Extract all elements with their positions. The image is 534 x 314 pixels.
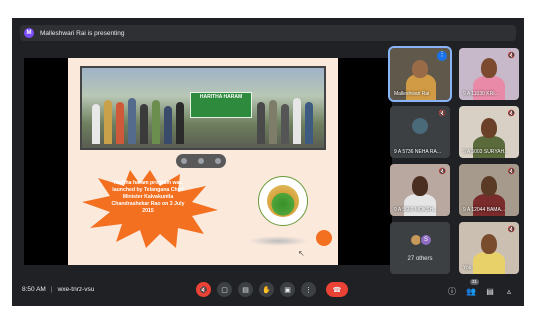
slide-controls[interactable] bbox=[176, 154, 226, 168]
presenter-notice: M Malleshwari Rai is presenting bbox=[20, 25, 516, 41]
self-tile[interactable]: 🔇 You bbox=[459, 222, 519, 274]
mic-off-icon: 🔇 bbox=[507, 169, 515, 175]
clock-time: 8:50 AM bbox=[22, 286, 46, 293]
leaf-icon bbox=[267, 185, 299, 217]
participant-tile[interactable]: 🔇 9 A 5003 SURYAH... bbox=[459, 106, 519, 158]
participant-name: 9 A 12044 BAMA... bbox=[463, 207, 505, 213]
participant-tile[interactable]: 🔇 9 A 5736 NEHA RA... bbox=[390, 106, 450, 158]
mouse-pointer-icon: ↖ bbox=[298, 249, 305, 258]
people-count-badge: 31 bbox=[469, 279, 479, 285]
present-icon: ▣ bbox=[284, 286, 291, 294]
end-call-icon: ☎ bbox=[332, 286, 342, 294]
meeting-code: wxe-tnrz-vsu bbox=[57, 286, 95, 293]
raise-hand-button[interactable]: ✋ bbox=[259, 282, 274, 297]
slide-photo: HARITHA HARAM bbox=[80, 66, 326, 150]
pin-icon[interactable] bbox=[197, 158, 204, 164]
mic-off-icon: 🔇 bbox=[438, 111, 446, 117]
camera-icon: ▢ bbox=[221, 286, 228, 294]
participant-tile[interactable]: 🔇 9 A 11030 KRI... bbox=[459, 48, 519, 100]
end-call-button[interactable]: ☎ bbox=[326, 282, 348, 297]
camera-toggle-button[interactable]: ▢ bbox=[217, 282, 232, 297]
captions-icon: ▤ bbox=[242, 286, 249, 294]
control-bar: 8:50 AM | wxe-tnrz-vsu 🔇 ▢ ▤ ✋ ▣ ⋮ ☎ ⓘ 👥… bbox=[12, 279, 524, 302]
participant-name: 9 A 5736 NEHA RA... bbox=[394, 149, 441, 155]
slide-burst: Haritha haram program was launched by Te… bbox=[80, 168, 220, 250]
mic-off-icon: 🔇 bbox=[507, 227, 515, 233]
mic-off-icon: 🔇 bbox=[199, 286, 208, 294]
raise-hand-icon: ✋ bbox=[262, 286, 271, 294]
burst-text: Haritha haram program was launched by Te… bbox=[111, 180, 185, 214]
mic-off-icon: 🔇 bbox=[438, 169, 446, 175]
activities-button[interactable]: ▵ bbox=[502, 284, 516, 298]
meet-window: M Malleshwari Rai is presenting HARITHA … bbox=[12, 18, 524, 306]
participant-name: 9 A 11030 KRI... bbox=[463, 91, 499, 97]
slide: HARITHA HARAM Haritha haram program was … bbox=[68, 58, 338, 265]
side-panel-controls: ⓘ 👥 31 ▤ ▵ bbox=[440, 279, 516, 298]
avatar bbox=[412, 118, 428, 134]
mic-off-icon: 🔇 bbox=[507, 111, 515, 117]
captions-button[interactable]: ▤ bbox=[238, 282, 253, 297]
others-tile[interactable]: S 27 others bbox=[390, 222, 450, 274]
chat-button[interactable]: ▤ bbox=[483, 284, 497, 298]
participant-name: Malleshwari Rai bbox=[394, 91, 430, 97]
info-icon: ⓘ bbox=[448, 286, 456, 296]
more-options-button[interactable]: ⋮ bbox=[301, 282, 316, 297]
separator: | bbox=[50, 286, 53, 293]
others-label: 27 others bbox=[407, 256, 433, 262]
participant-tile[interactable]: 🔇 9 A 12044 BAMA... bbox=[459, 164, 519, 216]
mic-off-icon: 🔇 bbox=[507, 53, 515, 59]
logo-shadow bbox=[248, 236, 308, 246]
haritha-haram-logo bbox=[258, 176, 308, 226]
presenter-bar: M Malleshwari Rai is presenting bbox=[12, 22, 524, 44]
orange-circle bbox=[316, 230, 332, 246]
people-icon: 👥 bbox=[466, 286, 476, 296]
participant-name: 9 A 5660 MOKSH... bbox=[394, 207, 438, 213]
presentation-stage[interactable]: HARITHA HARAM Haritha haram program was … bbox=[24, 58, 392, 265]
participant-tile[interactable]: 🔇 9 A 5660 MOKSH... bbox=[390, 164, 450, 216]
info-button[interactable]: ⓘ bbox=[445, 284, 459, 298]
people-button[interactable]: 👥 31 bbox=[464, 279, 479, 298]
participant-name: 9 A 5003 SURYAH... bbox=[463, 149, 509, 155]
slide-banner: HARITHA HARAM bbox=[190, 92, 252, 118]
others-avatars: S bbox=[410, 234, 432, 246]
zoom-icon[interactable] bbox=[181, 158, 188, 164]
presenter-text: Malleshwari Rai is presenting bbox=[40, 29, 125, 37]
more-options-icon[interactable]: ⋮ bbox=[437, 51, 447, 61]
presenter-avatar: M bbox=[24, 28, 34, 38]
participant-name: You bbox=[463, 265, 472, 271]
meeting-info: 8:50 AM | wxe-tnrz-vsu bbox=[22, 286, 94, 293]
activities-icon: ▵ bbox=[506, 286, 511, 296]
present-button[interactable]: ▣ bbox=[280, 282, 295, 297]
more-icon[interactable] bbox=[214, 158, 221, 164]
chat-icon: ▤ bbox=[486, 286, 494, 296]
avatar: S bbox=[420, 234, 432, 246]
participant-tile[interactable]: ⋮ Malleshwari Rai bbox=[388, 46, 452, 102]
more-options-icon: ⋮ bbox=[305, 286, 312, 294]
call-controls: 🔇 ▢ ▤ ✋ ▣ ⋮ ☎ bbox=[196, 282, 354, 297]
mic-toggle-button[interactable]: 🔇 bbox=[196, 282, 211, 297]
